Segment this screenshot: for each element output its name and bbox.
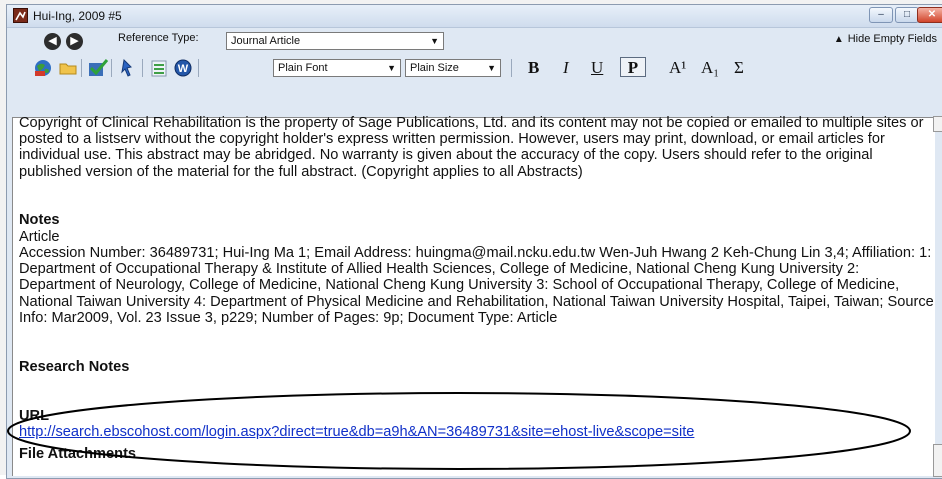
- hide-empty-fields-button[interactable]: ▲ Hide Empty Fields: [834, 33, 937, 45]
- close-icon: ✕: [927, 9, 937, 20]
- reference-type-value: Journal Article: [231, 35, 301, 47]
- font-select[interactable]: Plain Font ▼: [273, 59, 401, 77]
- checkmark-icon[interactable]: [87, 58, 109, 78]
- close-button[interactable]: ✕: [917, 7, 942, 23]
- notes-type: Article: [19, 229, 60, 245]
- app-icon: [13, 8, 28, 23]
- subscript-button[interactable]: A₁: [701, 58, 719, 78]
- italic-button[interactable]: I: [563, 58, 569, 78]
- pointer-icon[interactable]: [117, 58, 137, 78]
- chevron-down-icon: ▼: [430, 36, 439, 46]
- notes-body: Accession Number: 36489731; Hui-Ing Ma 1…: [19, 245, 934, 326]
- back-arrow-icon[interactable]: ◀: [44, 33, 61, 50]
- hide-empty-fields-label: Hide Empty Fields: [847, 33, 937, 45]
- forward-arrow-icon[interactable]: ▶: [66, 33, 83, 50]
- maximize-icon: □: [903, 9, 911, 20]
- window-title: Hui-Ing, 2009 #5: [33, 9, 122, 23]
- formatting-toolbar: W Plain Font ▼ Plain Size ▼ B I U P A¹ A…: [7, 53, 942, 79]
- svg-text:W: W: [178, 63, 189, 75]
- title-bar[interactable]: Hui-Ing, 2009 #5 – □ ✕: [7, 5, 942, 28]
- maximize-button[interactable]: □: [895, 7, 919, 23]
- word-icon[interactable]: W: [173, 58, 193, 78]
- superscript-button[interactable]: A¹: [669, 58, 686, 78]
- toolbar-separator: [142, 59, 143, 77]
- chevron-down-icon: ▼: [387, 63, 396, 73]
- symbol-button[interactable]: Σ: [734, 58, 744, 78]
- plain-button[interactable]: P: [620, 57, 646, 77]
- research-notes-heading: Research Notes: [19, 359, 130, 375]
- url-heading: URL: [19, 408, 49, 424]
- reference-type-select[interactable]: Journal Article ▼: [226, 32, 444, 50]
- globe-icon[interactable]: [33, 58, 53, 78]
- size-select[interactable]: Plain Size ▼: [405, 59, 501, 77]
- font-value: Plain Font: [278, 62, 328, 74]
- underline-button[interactable]: U: [591, 58, 603, 78]
- reference-toolbar: ◀ ▶ Reference Type: Journal Article ▼ ▲ H…: [7, 28, 942, 54]
- up-arrow-icon: ▲: [833, 34, 844, 45]
- file-attachments-heading: File Attachments: [19, 446, 137, 462]
- notes-heading: Notes: [19, 212, 60, 228]
- bold-button[interactable]: B: [528, 58, 539, 78]
- url-link[interactable]: http://search.ebscohost.com/login.aspx?d…: [19, 424, 939, 440]
- minimize-icon: –: [878, 9, 884, 20]
- toolbar-separator: [111, 59, 112, 77]
- reference-type-label: Reference Type:: [118, 32, 199, 44]
- size-value: Plain Size: [410, 62, 459, 74]
- toolbar-separator: [198, 59, 199, 77]
- abstract-copyright-text: Copyright of Clinical Rehabilitation is …: [19, 115, 924, 180]
- toolbar-separator: [81, 59, 82, 77]
- folder-icon[interactable]: [58, 58, 78, 78]
- minimize-button[interactable]: –: [869, 7, 893, 23]
- chevron-down-icon: ▼: [487, 63, 496, 73]
- toolbar-separator: [511, 59, 512, 77]
- list-icon[interactable]: [149, 58, 169, 78]
